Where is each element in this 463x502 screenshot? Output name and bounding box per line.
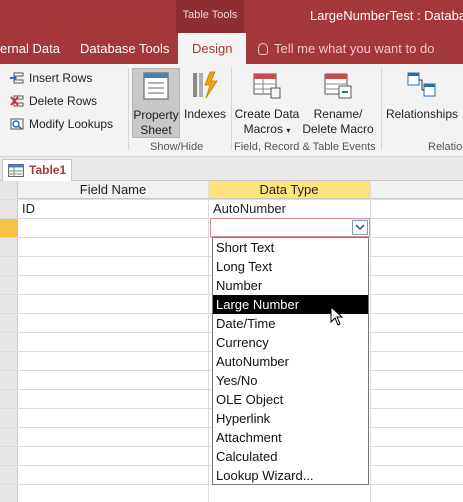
- field-name-cell[interactable]: ID: [22, 201, 35, 216]
- description-header[interactable]: [370, 181, 463, 199]
- dropdown-option[interactable]: Yes/No: [213, 371, 368, 390]
- dropdown-option[interactable]: Attachment: [213, 428, 368, 447]
- object-tab-label: Table1: [29, 163, 67, 177]
- property-sheet-label-1: Property: [133, 108, 179, 122]
- data-type-dropdown-list: Short Text Long Text Number Large Number Dat…: [212, 237, 369, 485]
- title-bar: Table Tools LargeNumberTest : Database: [0, 0, 463, 33]
- group-separator: [381, 68, 382, 150]
- tell-me-text: Tell me what you want to do: [274, 41, 435, 56]
- delete-rows-label: Delete Rows: [29, 94, 98, 108]
- group-label-events: Field, Record & Table Events: [234, 141, 376, 153]
- column-divider: [208, 181, 209, 502]
- delete-rows-icon: [10, 95, 24, 107]
- property-sheet-icon: [143, 72, 169, 100]
- dropdown-button[interactable]: [352, 220, 368, 235]
- mouse-cursor-icon: [330, 306, 344, 326]
- dropdown-option[interactable]: Number: [213, 276, 368, 295]
- chevron-down-icon: ▾: [286, 126, 291, 135]
- lightbulb-icon: [258, 43, 268, 55]
- ribbon-tab-row: ernal Data Database Tools Design Tell me…: [0, 33, 463, 64]
- dropdown-option[interactable]: Calculated: [213, 447, 368, 466]
- window-title: LargeNumberTest : Database: [310, 8, 463, 23]
- dropdown-option[interactable]: Long Text: [213, 257, 368, 276]
- data-type-combobox[interactable]: [210, 218, 370, 237]
- dropdown-option[interactable]: AutoNumber: [213, 352, 368, 371]
- indexes-button[interactable]: Indexes: [182, 68, 228, 138]
- ribbon: Insert Rows Delete Rows Modify Lookups P…: [0, 64, 463, 157]
- group-label-relationships: Relatio: [428, 141, 463, 153]
- data-macros-icon: [253, 73, 281, 99]
- modify-lookups-icon: [10, 118, 24, 130]
- relationships-button[interactable]: Relationships: [384, 68, 460, 138]
- modify-lookups-button[interactable]: Modify Lookups: [10, 117, 113, 131]
- indexes-label: Indexes: [183, 107, 227, 121]
- indexes-icon: [193, 71, 218, 99]
- dropdown-option[interactable]: Lookup Wizard...: [213, 466, 368, 485]
- group-label-show-hide: Show/Hide: [150, 141, 204, 153]
- property-sheet-button[interactable]: Property Sheet: [132, 68, 180, 138]
- tab-external-data[interactable]: ernal Data: [0, 33, 60, 64]
- dropdown-option[interactable]: Currency: [213, 333, 368, 352]
- create-data-macros-label-1: Create Data: [234, 107, 300, 121]
- group-separator: [231, 68, 232, 150]
- row-selector-current[interactable]: [0, 219, 18, 238]
- tab-database-tools[interactable]: Database Tools: [80, 33, 169, 64]
- rename-delete-macro-button[interactable]: Rename/ Delete Macro: [301, 68, 375, 138]
- data-type-cell[interactable]: AutoNumber: [213, 201, 286, 216]
- object-tab-bar: Table1: [0, 157, 463, 181]
- rename-delete-macro-label-2: Delete Macro: [302, 122, 374, 136]
- insert-rows-label: Insert Rows: [29, 71, 93, 85]
- create-data-macros-label-2: Macros ▾: [243, 122, 291, 136]
- field-name-header[interactable]: Field Name: [18, 181, 208, 199]
- dropdown-option[interactable]: Date/Time: [213, 314, 368, 333]
- property-sheet-label-2: Sheet: [140, 123, 172, 137]
- insert-rows-button[interactable]: Insert Rows: [10, 71, 92, 85]
- data-type-header[interactable]: Data Type: [208, 181, 370, 199]
- create-data-macros-button[interactable]: Create Data Macros ▾: [234, 68, 300, 138]
- delete-rows-button[interactable]: Delete Rows: [10, 94, 97, 108]
- grid-row-line: [0, 199, 463, 200]
- dropdown-option[interactable]: Large Number: [213, 295, 368, 314]
- chevron-down-icon: [355, 224, 365, 231]
- rename-macro-icon: [324, 73, 352, 99]
- modify-lookups-label: Modify Lookups: [29, 117, 114, 131]
- current-row-highlight: [18, 219, 208, 238]
- dropdown-option[interactable]: Short Text: [213, 238, 368, 257]
- dropdown-option[interactable]: Hyperlink: [213, 409, 368, 428]
- context-tab-label: Table Tools: [176, 0, 244, 33]
- relationships-label: Relationships: [385, 107, 459, 121]
- tell-me-search[interactable]: Tell me what you want to do: [258, 33, 434, 64]
- tab-design[interactable]: Design: [178, 33, 247, 64]
- relationships-icon: [407, 72, 436, 97]
- rename-delete-macro-label-1: Rename/: [313, 107, 363, 121]
- group-separator: [128, 68, 129, 150]
- dropdown-option[interactable]: OLE Object: [213, 390, 368, 409]
- column-divider: [370, 181, 371, 502]
- table-icon: [8, 164, 24, 177]
- object-tab-table1[interactable]: Table1: [2, 159, 72, 181]
- insert-rows-icon: [10, 72, 24, 84]
